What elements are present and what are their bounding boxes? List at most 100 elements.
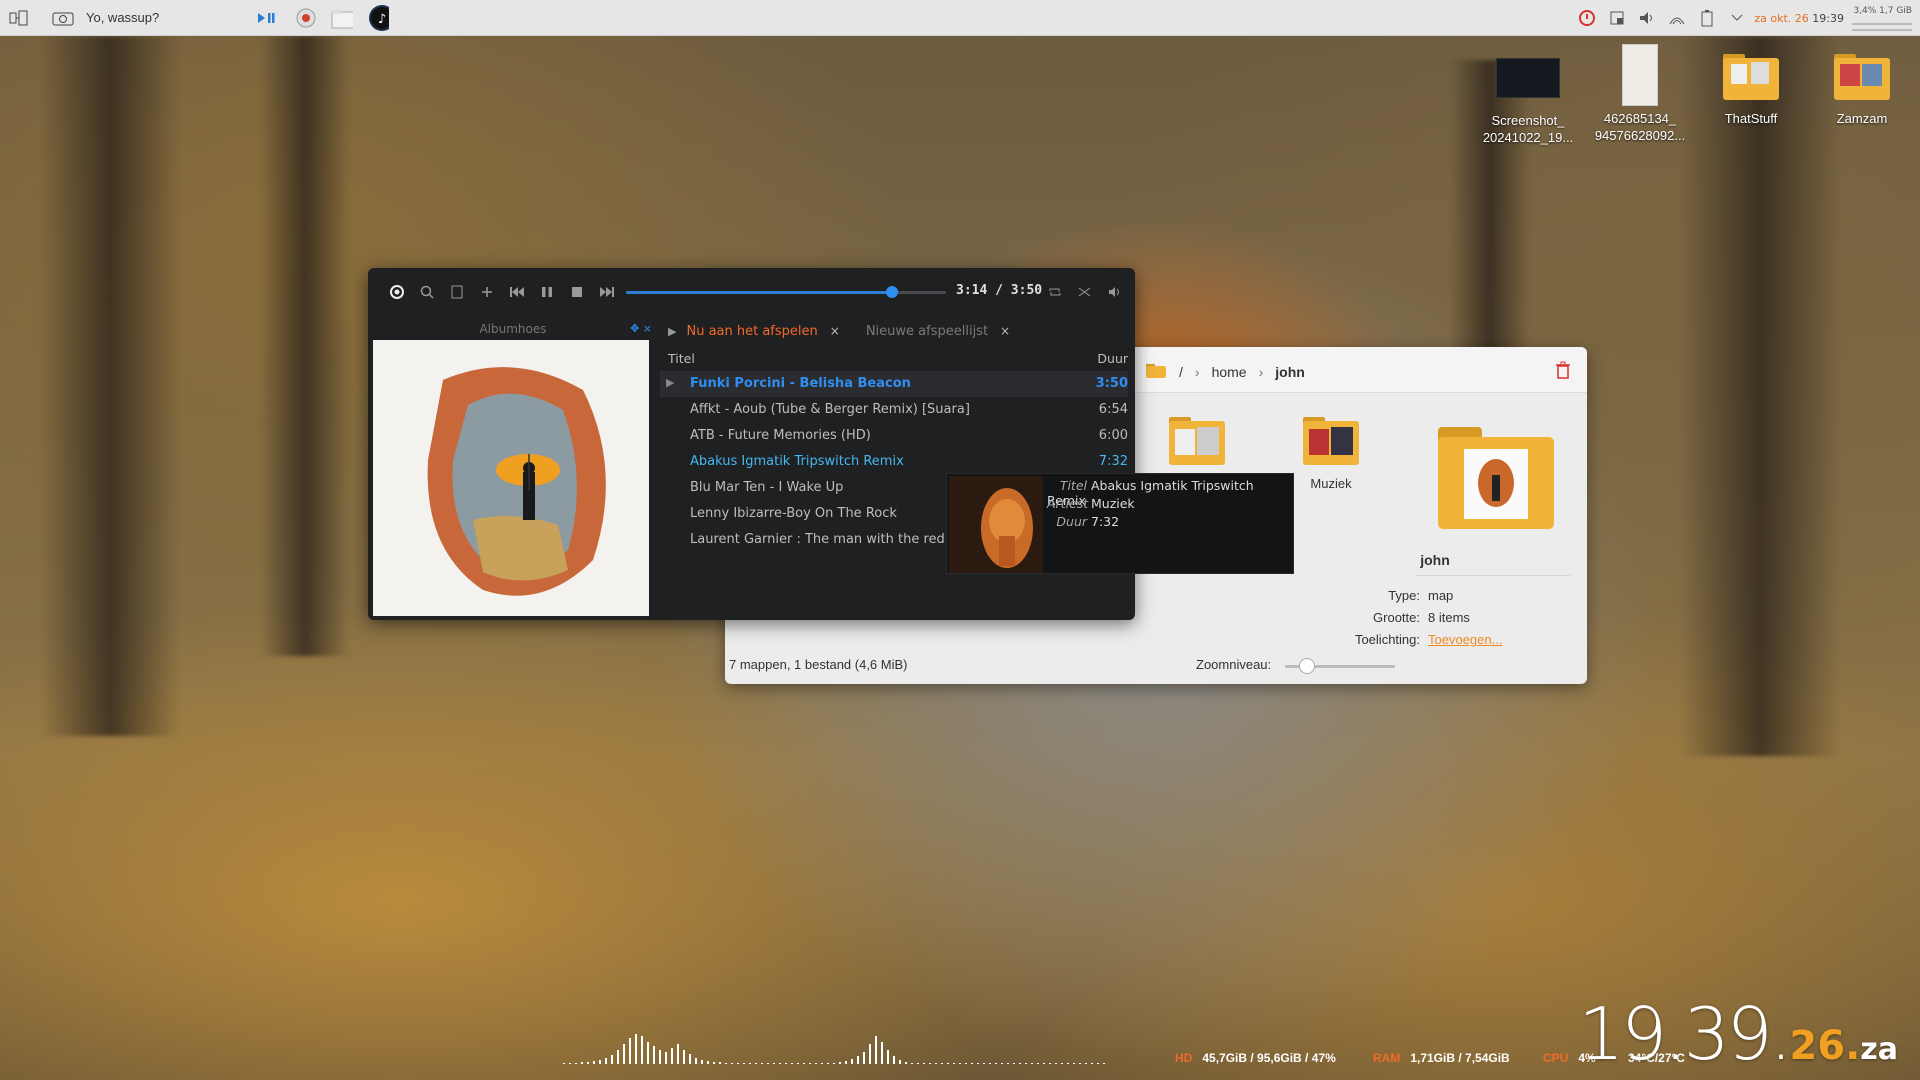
previous-track-icon[interactable]	[502, 277, 532, 307]
visualizer-bar	[635, 1034, 637, 1064]
playlist-row-hovered[interactable]: Abakus Igmatik Tripswitch Remix 7:32	[660, 449, 1128, 475]
visualizer-bar	[671, 1048, 673, 1064]
tooltip-label: Titel	[1059, 478, 1087, 493]
playlist-tabs: ▶ Nu aan het afspelen × Nieuwe afspeelli…	[668, 316, 1036, 346]
clipboard-icon[interactable]	[1606, 7, 1628, 29]
visualizer-bar	[1097, 1063, 1099, 1064]
volume-icon[interactable]	[1100, 277, 1130, 307]
album-pane-header: Albumhoes ✥ ×	[368, 316, 658, 342]
breadcrumb: / › home › john	[1145, 361, 1317, 382]
desktop-icon-thatstuff[interactable]: ThatStuff	[1696, 48, 1806, 127]
file-manager-icon[interactable]	[331, 7, 354, 29]
track-title: Affkt - Aoub (Tube & Berger Remix) [Suar…	[690, 402, 970, 417]
info-key: Grootte:	[1373, 610, 1420, 625]
close-tab-icon[interactable]: ×	[830, 324, 840, 338]
repeat-icon[interactable]	[1040, 277, 1070, 307]
music-player-icon[interactable]: ♪	[367, 4, 390, 31]
search-icon[interactable]	[412, 277, 442, 307]
breadcrumb-folder-icon[interactable]	[1145, 361, 1167, 382]
breadcrumb-current[interactable]: john	[1275, 364, 1305, 380]
tray-date: za okt. 26	[1754, 11, 1809, 25]
top-panel: Yo, wassup? ♪ za okt. 26 19:39 3,4% 1,7 …	[0, 0, 1920, 36]
playlist-row[interactable]: ATB - Future Memories (HD) 6:00	[660, 423, 1128, 449]
visualizer-bar	[719, 1062, 721, 1064]
seek-bar[interactable]	[626, 286, 946, 298]
battery-icon[interactable]	[1696, 7, 1718, 29]
trash-icon[interactable]	[1555, 361, 1571, 384]
screenshot-icon[interactable]	[52, 7, 74, 29]
visualizer-bar	[605, 1058, 607, 1064]
network-icon[interactable]	[1666, 7, 1688, 29]
visualizer-bar	[713, 1062, 715, 1064]
playlist-row[interactable]: Affkt - Aoub (Tube & Berger Remix) [Suar…	[660, 397, 1128, 423]
visualizer-bar	[1103, 1063, 1105, 1064]
visualizer-bar	[899, 1060, 901, 1064]
album-pane-title: Albumhoes	[479, 322, 547, 336]
visualizer-bar	[623, 1044, 625, 1064]
add-icon[interactable]	[472, 277, 502, 307]
visualizer-bar	[815, 1063, 817, 1064]
visualizer-bar	[959, 1063, 961, 1064]
next-track-icon[interactable]	[592, 277, 622, 307]
zoom-slider-handle[interactable]	[1299, 658, 1315, 674]
column-duration[interactable]: Duur	[1097, 351, 1128, 366]
visualizer-bar	[1079, 1063, 1081, 1064]
selected-folder-preview	[1434, 423, 1558, 536]
tab-new-playlist[interactable]: Nieuwe afspeellijst ×	[866, 324, 1010, 339]
media-app-icon[interactable]	[295, 7, 317, 29]
update-alert-icon[interactable]	[1576, 7, 1598, 29]
pane-controls-icon[interactable]: ✥ ×	[630, 322, 652, 335]
volume-icon[interactable]	[1636, 7, 1658, 29]
mini-stats-line: 3,4% 1,7 GiB	[1853, 6, 1912, 16]
folder-item-muziek[interactable]	[1301, 413, 1361, 472]
column-title[interactable]: Titel	[668, 351, 695, 366]
visualizer-bar	[917, 1063, 919, 1064]
app-menu-icon[interactable]	[382, 277, 412, 307]
close-tab-icon[interactable]: ×	[1000, 324, 1010, 338]
visualizer-bar	[1025, 1063, 1027, 1064]
visualizer-bar	[887, 1050, 889, 1064]
tooltip-artist-row: Artiest Muziek	[1047, 496, 1135, 511]
seek-bar-handle[interactable]	[885, 286, 898, 298]
desktop-icon-zamzam[interactable]: Zamzam	[1807, 48, 1917, 127]
desktop-clock: 19.39.26.za	[1578, 992, 1898, 1076]
track-title: Abakus Igmatik Tripswitch Remix	[690, 454, 904, 469]
tab-label: Nieuwe afspeellijst	[865, 323, 989, 339]
application-launcher-icon[interactable]	[8, 7, 30, 29]
play-pause-icon[interactable]	[255, 7, 277, 29]
tooltip-label: Duur	[1056, 514, 1087, 529]
folder-item[interactable]	[1167, 413, 1227, 472]
visualizer-bar	[773, 1063, 775, 1064]
breadcrumb-home[interactable]: home	[1212, 364, 1247, 380]
svg-text:♪: ♪	[378, 12, 386, 27]
track-title: Funki Porcini - Belisha Beacon	[690, 376, 911, 391]
tray-clock[interactable]: za okt. 26 19:39	[1754, 12, 1844, 25]
track-duration: 3:50	[1095, 376, 1128, 391]
chevron-down-icon[interactable]	[1726, 7, 1748, 29]
add-comment-link[interactable]: Toevoegen...	[1428, 632, 1502, 647]
desktop-icon-screenshot[interactable]: Screenshot_ 20241022_19...	[1473, 52, 1583, 146]
shuffle-icon[interactable]	[1070, 277, 1100, 307]
image-thumbnail-icon	[1496, 58, 1560, 98]
visualizer-bar	[707, 1061, 709, 1064]
visualizer-bar	[875, 1036, 877, 1064]
tab-now-playing[interactable]: ▶ Nu aan het afspelen ×	[668, 324, 840, 339]
visualizer-bar	[743, 1063, 745, 1064]
player-extra-controls	[1040, 277, 1130, 307]
audio-visualizer	[563, 1034, 1105, 1064]
pause-icon[interactable]	[532, 277, 562, 307]
playback-time: 3:14 / 3:50	[956, 283, 1043, 298]
breadcrumb-root[interactable]: /	[1179, 364, 1183, 380]
sysmon-hd: HD 45,7GiB / 95,6GiB / 47%	[1175, 1051, 1336, 1065]
visualizer-bar	[779, 1063, 781, 1064]
desktop-icon-document[interactable]: 462685134_ 94576628092...	[1585, 44, 1695, 144]
visualizer-bar	[851, 1059, 853, 1064]
visualizer-bar	[641, 1036, 643, 1064]
visualizer-bar	[911, 1063, 913, 1064]
stop-icon[interactable]	[562, 277, 592, 307]
visualizer-bar	[803, 1063, 805, 1064]
open-file-icon[interactable]	[442, 277, 472, 307]
info-value: map	[1428, 588, 1454, 603]
playlist-row-playing[interactable]: ▶ Funki Porcini - Belisha Beacon 3:50	[660, 371, 1128, 397]
sysmon-ram: RAM 1,71GiB / 7,54GiB	[1373, 1051, 1510, 1065]
